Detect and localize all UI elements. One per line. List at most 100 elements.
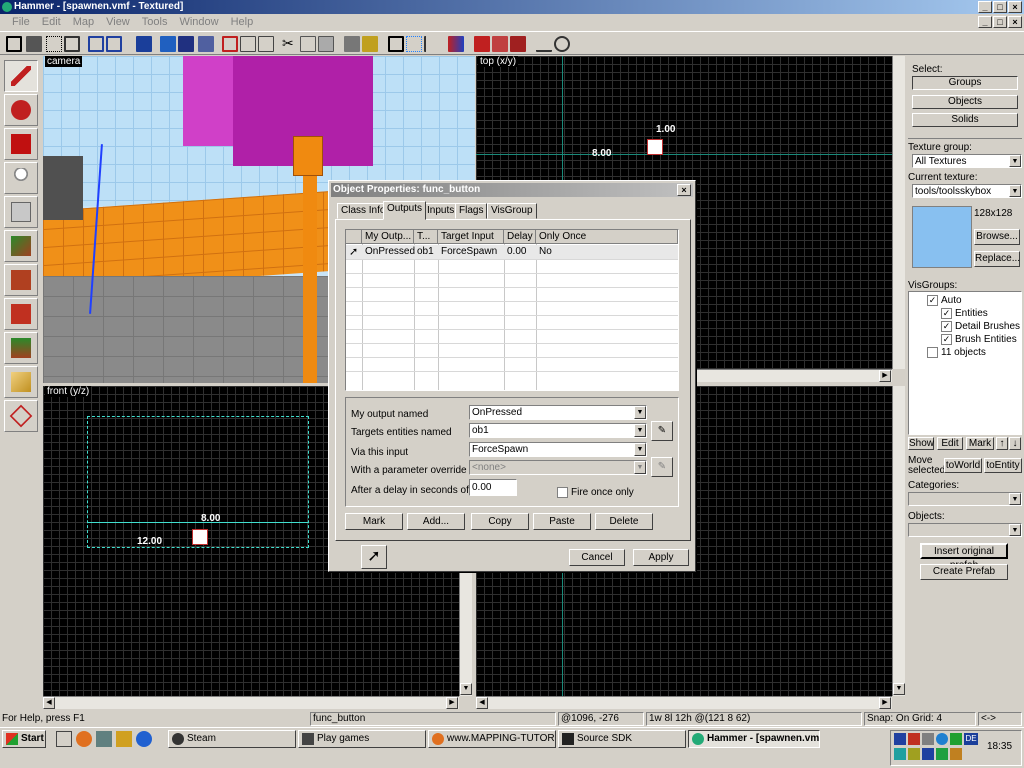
internet-explorer-icon[interactable]: [136, 731, 152, 747]
clip-icon[interactable]: [424, 36, 440, 52]
dialog-close-button[interactable]: ×: [677, 184, 691, 196]
tab-visgroup[interactable]: VisGroup: [487, 203, 537, 219]
paste-icon[interactable]: [318, 36, 334, 52]
apply-texture-tool-button[interactable]: [4, 264, 38, 296]
task-play-games[interactable]: Play games: [298, 730, 426, 748]
select-solids-button[interactable]: Solids: [912, 113, 1018, 127]
texture-icon[interactable]: [362, 36, 378, 52]
cut-icon[interactable]: ✂: [282, 36, 298, 52]
parameter-dropdown[interactable]: <none> ▼: [469, 460, 647, 475]
select-objects-button[interactable]: Objects: [912, 95, 1018, 109]
clipping-tool-button[interactable]: [4, 366, 38, 398]
smartedit-toggle-button[interactable]: ➚: [361, 545, 387, 569]
compile-icon[interactable]: [554, 36, 570, 52]
menu-file[interactable]: File: [12, 14, 30, 30]
tab-outputs[interactable]: Outputs: [383, 201, 427, 220]
grid-3d-icon[interactable]: [26, 36, 42, 52]
visgroup-down-button[interactable]: ↓: [1009, 437, 1021, 450]
menu-map[interactable]: Map: [73, 14, 94, 30]
menu-view[interactable]: View: [106, 14, 130, 30]
categories-dropdown[interactable]: ▼: [908, 492, 1022, 506]
entity-tool-button[interactable]: [4, 162, 38, 194]
map-info-icon[interactable]: [510, 36, 526, 52]
delay-input[interactable]: 0.00: [469, 479, 517, 496]
texture-app-tool-button[interactable]: [4, 230, 38, 262]
selection-icon[interactable]: [406, 36, 422, 52]
menu-edit[interactable]: Edit: [42, 14, 61, 30]
col-only-once[interactable]: Only Once: [536, 230, 678, 244]
tray-messenger-icon[interactable]: [936, 748, 948, 760]
task-browser[interactable]: www.MAPPING-TUTORIA...: [428, 730, 556, 748]
objects-dropdown[interactable]: ▼: [908, 523, 1022, 537]
front-vscroll-down[interactable]: ▼: [460, 683, 472, 695]
magnify-tool-button[interactable]: [4, 94, 38, 126]
tray-network-icon[interactable]: [894, 733, 906, 745]
insert-original-prefab-button[interactable]: Insert original prefab: [920, 543, 1008, 571]
visgroup-mark-button[interactable]: Mark: [966, 437, 994, 450]
paste-button[interactable]: Paste: [533, 513, 591, 530]
tray-bluetooth-icon[interactable]: [922, 748, 934, 760]
camera-tool-button[interactable]: [4, 128, 38, 160]
tray-steam-icon[interactable]: [950, 733, 962, 745]
output-named-dropdown[interactable]: OnPressed ▼: [469, 405, 647, 420]
visgroup-objects-checkbox[interactable]: [927, 347, 938, 358]
decal-tool-button[interactable]: [4, 298, 38, 330]
block-tool-button[interactable]: [4, 196, 38, 228]
replace-button[interactable]: Replace...: [974, 251, 1020, 267]
box-icon[interactable]: [344, 36, 360, 52]
maximize-button[interactable]: □: [993, 1, 1007, 13]
front-hscroll[interactable]: ◀ ▶: [43, 696, 459, 709]
menu-window[interactable]: Window: [179, 14, 218, 30]
task-steam[interactable]: Steam: [168, 730, 296, 748]
check-problems-icon[interactable]: [492, 36, 508, 52]
apply-button[interactable]: Apply: [633, 549, 689, 566]
mdi-minimize-button[interactable]: _: [978, 16, 992, 28]
texture-lock-icon[interactable]: [136, 36, 152, 52]
entity-report-icon[interactable]: [474, 36, 490, 52]
col-my-output[interactable]: My Outp...: [362, 230, 414, 244]
language-indicator[interactable]: DE: [964, 733, 978, 745]
start-button[interactable]: Start: [2, 730, 46, 748]
top-vscroll[interactable]: [892, 56, 905, 369]
front-hscroll-left[interactable]: ◀: [43, 697, 55, 709]
mdi-close-button[interactable]: ×: [1008, 16, 1022, 28]
grid-toggle-icon[interactable]: [6, 36, 22, 52]
visgroup-brush-entities-checkbox[interactable]: ✓: [941, 334, 952, 345]
vertex-tool-button[interactable]: [4, 400, 38, 432]
targets-dropdown[interactable]: ob1 ▼: [469, 423, 647, 438]
mdi-restore-button[interactable]: □: [993, 16, 1007, 28]
close-button[interactable]: ×: [1008, 1, 1022, 13]
menu-tools[interactable]: Tools: [142, 14, 168, 30]
col-target-input[interactable]: Target Input: [438, 230, 504, 244]
side-vscroll-down[interactable]: ▼: [893, 683, 905, 695]
col-delay[interactable]: Delay: [504, 230, 536, 244]
frame-icon[interactable]: [388, 36, 404, 52]
texture-preview[interactable]: [912, 206, 972, 268]
overlay-tool-button[interactable]: [4, 332, 38, 364]
side-vscroll[interactable]: ▼: [892, 386, 905, 696]
via-input-dropdown[interactable]: ForceSpawn ▼: [469, 442, 647, 457]
vertex-icon[interactable]: [448, 36, 464, 52]
firefox-icon[interactable]: [76, 731, 92, 747]
show-desktop-icon[interactable]: [56, 731, 72, 747]
side-hscroll-left[interactable]: ◀: [476, 697, 488, 709]
group-icon[interactable]: [106, 36, 122, 52]
current-texture-dropdown[interactable]: tools/toolsskybox ▼: [912, 184, 1022, 198]
side-hscroll-right[interactable]: ▶: [879, 697, 891, 709]
tab-flags[interactable]: Flags: [455, 203, 488, 219]
tray-display-icon[interactable]: [894, 748, 906, 760]
hollow-icon[interactable]: [178, 36, 194, 52]
visgroup-edit-button[interactable]: Edit: [937, 437, 963, 450]
redo-icon[interactable]: [240, 36, 256, 52]
toggle-icon[interactable]: [198, 36, 214, 52]
cancel-button[interactable]: Cancel: [569, 549, 625, 566]
flip-icon[interactable]: [536, 36, 552, 52]
carve-icon[interactable]: [160, 36, 176, 52]
to-world-button[interactable]: toWorld: [944, 458, 982, 473]
tray-help-icon[interactable]: [936, 733, 948, 745]
minimize-button[interactable]: _: [978, 1, 992, 13]
create-prefab-button[interactable]: Create Prefab: [920, 564, 1008, 580]
front-hscroll-right[interactable]: ▶: [446, 697, 458, 709]
select-groups-button[interactable]: Groups: [912, 76, 1018, 90]
eyedropper-target-button[interactable]: ✎: [651, 421, 673, 441]
